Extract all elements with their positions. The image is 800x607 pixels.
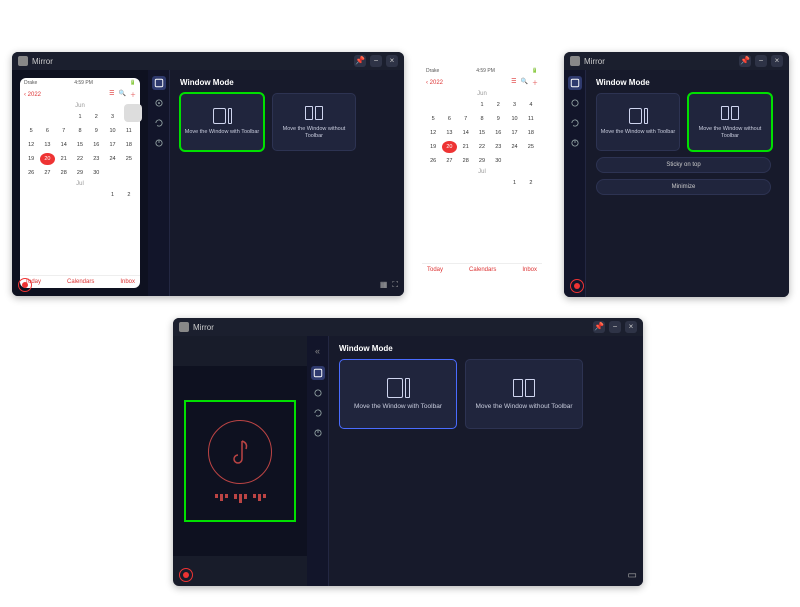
settings-tool[interactable] <box>568 96 582 110</box>
side-toolbar <box>148 70 170 296</box>
with-toolbar-icon <box>209 107 235 125</box>
window-mode-tool[interactable] <box>568 76 582 90</box>
phone-screen[interactable]: Drake 4:59 PM 🔋 ‹ 2022 ☰ 🔍 ＋ Jun 1234 <box>20 78 140 288</box>
window-mode-heading: Window Mode <box>180 78 394 87</box>
equalizer-icon <box>215 494 266 503</box>
app-title: Mirror <box>32 57 53 66</box>
layout-icon[interactable]: ▭ <box>628 570 637 581</box>
window-mode-tool[interactable] <box>152 76 166 90</box>
record-button[interactable] <box>179 568 193 582</box>
card-move-without-toolbar[interactable]: Move the Window without Toolbar <box>272 93 356 151</box>
time: 4:59 PM <box>74 80 93 86</box>
app-icon <box>179 322 189 332</box>
refresh-tool[interactable] <box>568 116 582 130</box>
add-icon[interactable]: ＋ <box>130 90 136 99</box>
calendar-grid-jun: 1234 567891011 12131415161718 1920212223… <box>20 111 140 179</box>
phone-mirror-pane: Drake 4:59 PM 🔋 ‹ 2022 ☰ 🔍 ＋ Jun 1234 <box>12 70 148 296</box>
minimize-button[interactable]: − <box>370 55 382 67</box>
card-move-with-toolbar[interactable]: Move the Window with Toolbar <box>339 359 457 429</box>
without-toolbar-icon <box>301 104 327 122</box>
pin-button[interactable]: 📌 <box>739 55 751 67</box>
settings-tool[interactable] <box>311 386 325 400</box>
audio-mirror-pane <box>173 366 307 556</box>
standalone-phone: Drake 4:59 PM 🔋 ‹ 2022 ☰🔍＋ Jun 1234 5678… <box>422 66 542 276</box>
card-move-without-toolbar[interactable]: Move the Window without Toolbar <box>465 359 583 429</box>
settings-panel: Window Mode Move the Window with Toolbar… <box>170 70 404 296</box>
carrier: Drake <box>24 80 37 86</box>
audio-visualizer[interactable] <box>185 401 295 521</box>
layout-icon[interactable]: ▦ <box>380 280 388 290</box>
power-tool[interactable] <box>152 136 166 150</box>
pin-button[interactable]: 📌 <box>354 55 366 67</box>
app-icon <box>570 56 580 66</box>
mirror-window-1: Mirror 📌 − × Drake 4:59 PM 🔋 ‹ 2022 ☰ 🔍 <box>12 52 404 296</box>
mirror-window-2: Mirror 📌 − × Window Mode Move the Window… <box>564 52 789 297</box>
close-button[interactable]: × <box>625 321 637 333</box>
refresh-tool[interactable] <box>311 406 325 420</box>
sticky-on-top-button[interactable]: Sticky on top <box>596 157 771 173</box>
today-cell: 20 <box>40 153 54 165</box>
close-button[interactable]: × <box>771 55 783 67</box>
card-move-without-toolbar[interactable]: Move the Window without Toolbar <box>688 93 772 151</box>
calendar-grid-jul: 12 <box>20 189 140 201</box>
battery-icon: 🔋 <box>130 80 136 86</box>
fullscreen-icon[interactable]: ⛶ <box>392 280 398 290</box>
minimize-button[interactable]: − <box>609 321 621 333</box>
power-tool[interactable] <box>311 426 325 440</box>
collapse-icon[interactable]: « <box>315 342 320 360</box>
music-note-icon <box>208 420 272 484</box>
month-label-jun: Jun <box>20 101 140 111</box>
mirror-window-3: Mirror 📌 − × « <box>173 318 643 586</box>
window-mode-tool[interactable] <box>311 366 325 380</box>
settings-tool[interactable] <box>152 96 166 110</box>
close-button[interactable]: × <box>386 55 398 67</box>
record-button[interactable] <box>570 279 584 293</box>
widget-placeholder <box>124 104 142 122</box>
card-move-with-toolbar[interactable]: Move the Window with Toolbar <box>180 93 264 151</box>
power-tool[interactable] <box>568 136 582 150</box>
card-move-with-toolbar[interactable]: Move the Window with Toolbar <box>596 93 680 151</box>
record-button[interactable] <box>18 278 32 292</box>
titlebar: Mirror 📌 − × <box>12 52 404 70</box>
pin-button[interactable]: 📌 <box>593 321 605 333</box>
month-label-jul: Jul <box>20 179 140 189</box>
list-icon[interactable]: ☰ <box>109 90 114 99</box>
search-icon[interactable]: 🔍 <box>119 90 126 99</box>
back-year[interactable]: ‹ 2022 <box>24 92 41 98</box>
minimize-button[interactable]: − <box>755 55 767 67</box>
app-icon <box>18 56 28 66</box>
minimize-mode-button[interactable]: Minimize <box>596 179 771 195</box>
refresh-tool[interactable] <box>152 116 166 130</box>
